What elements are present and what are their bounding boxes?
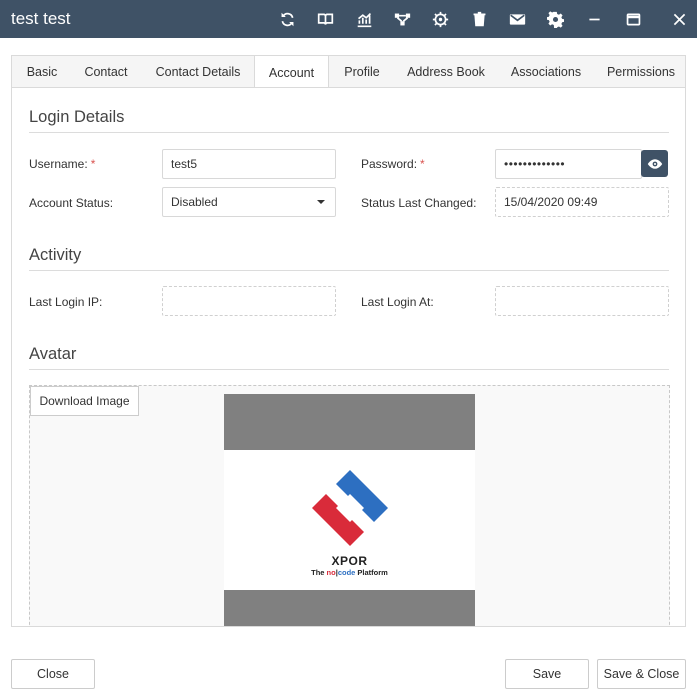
avatar-dropzone[interactable]: Download Image XPOR The no|code Platform	[29, 385, 670, 626]
last-login-at-label: Last Login At:	[361, 295, 434, 309]
brand-tagline: The no|code Platform	[311, 568, 388, 577]
title-bar: test test	[0, 0, 697, 38]
account-panel: Login Details Username: * test5 Password:…	[11, 87, 686, 627]
download-image-button[interactable]: Download Image	[30, 386, 139, 416]
account-status-label: Account Status:	[29, 196, 114, 210]
book-icon[interactable]	[312, 6, 338, 32]
minimize-icon[interactable]	[581, 6, 607, 32]
account-status-select[interactable]: Disabled	[162, 187, 336, 217]
refresh-icon[interactable]	[274, 6, 300, 32]
tab-basic[interactable]: Basic	[12, 56, 72, 88]
activity-heading: Activity	[29, 246, 669, 271]
settings-icon[interactable]	[542, 6, 568, 32]
chevron-down-icon	[317, 200, 325, 204]
eye-icon	[647, 158, 662, 169]
close-icon[interactable]	[666, 6, 692, 32]
close-button[interactable]: Close	[11, 659, 95, 689]
chart-icon[interactable]	[351, 6, 377, 32]
brand-name: XPOR	[331, 554, 368, 568]
trash-icon[interactable]	[466, 6, 492, 32]
password-label: Password: *	[361, 157, 425, 171]
save-close-button[interactable]: Save & Close	[597, 659, 686, 689]
status-changed-field: 15/04/2020 09:49	[495, 187, 669, 217]
maximize-icon[interactable]	[620, 6, 646, 32]
xpor-logo	[312, 470, 388, 546]
avatar-image: XPOR The no|code Platform	[224, 394, 475, 626]
tab-permissions[interactable]: Permissions	[595, 56, 687, 88]
tab-contact[interactable]: Contact	[72, 56, 140, 88]
tab-contact-details[interactable]: Contact Details	[140, 56, 256, 88]
image-padding-top	[224, 394, 475, 450]
save-button[interactable]: Save	[505, 659, 589, 689]
flow-icon[interactable]	[389, 6, 415, 32]
tab-account[interactable]: Account	[254, 55, 329, 89]
password-input[interactable]: •••••••••••••	[495, 149, 642, 179]
username-input[interactable]: test5	[162, 149, 336, 179]
image-padding-bottom	[224, 590, 475, 626]
avatar-heading: Avatar	[29, 345, 669, 370]
tab-profile[interactable]: Profile	[329, 56, 395, 88]
login-details-heading: Login Details	[29, 108, 669, 133]
last-login-at-field	[495, 286, 669, 316]
username-label: Username: *	[29, 157, 96, 171]
account-status-value: Disabled	[171, 195, 218, 209]
show-password-button[interactable]	[641, 150, 668, 177]
tab-address-book[interactable]: Address Book	[395, 56, 497, 88]
tab-bar: Basic Contact Contact Details Account Pr…	[11, 55, 687, 89]
tab-associations[interactable]: Associations	[497, 56, 595, 88]
window-title: test test	[11, 9, 71, 28]
last-login-ip-label: Last Login IP:	[29, 295, 103, 309]
last-login-ip-field	[162, 286, 336, 316]
mail-icon[interactable]	[504, 6, 530, 32]
status-changed-label: Status Last Changed:	[361, 196, 477, 210]
cog-gear-icon[interactable]	[427, 6, 453, 32]
